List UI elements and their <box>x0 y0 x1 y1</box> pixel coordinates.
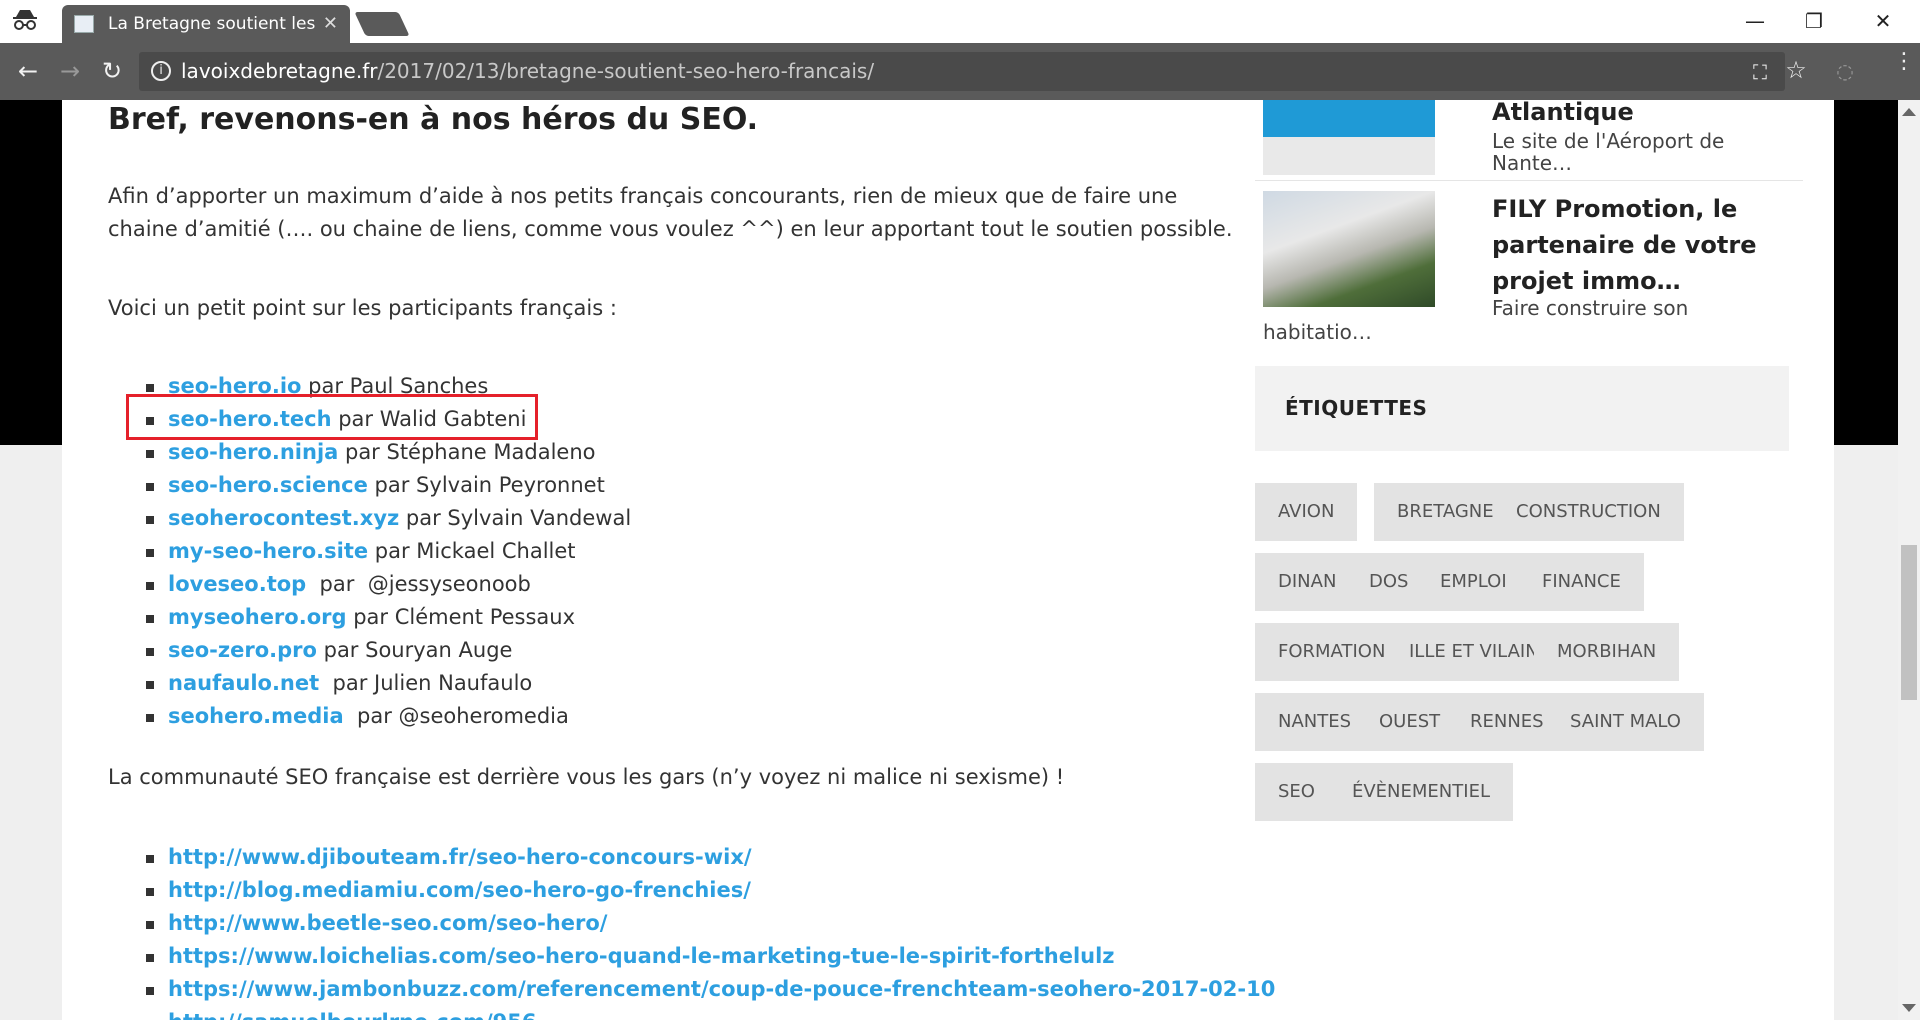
participant-link[interactable]: seoherocontest.xyz <box>168 506 399 530</box>
tag-button[interactable]: SEO <box>1255 763 1338 821</box>
tab-title: La Bretagne soutient les <box>108 14 316 34</box>
tag-button[interactable]: EMPLOI <box>1417 553 1530 611</box>
participant-item: loveseo.top par @jessyseonoob <box>108 568 631 601</box>
sidebar-post-1[interactable]: Atlantique Le site de l'Aéroport de Nant… <box>1255 100 1803 181</box>
restore-icon[interactable]: ❐ <box>1786 0 1842 43</box>
post-excerpt: Faire construire son <box>1492 296 1689 320</box>
participant-author: par Clément Pessaux <box>346 605 576 629</box>
menu-icon[interactable]: ⋮ <box>1893 51 1915 87</box>
page-viewport: Bref, revenons-en à nos héros du SEO. Af… <box>0 100 1898 1020</box>
post-thumbnail[interactable] <box>1263 100 1435 175</box>
participant-item: seo-hero.science par Sylvain Peyronnet <box>108 469 631 502</box>
participant-link[interactable]: seo-hero.science <box>168 473 368 497</box>
reload-icon[interactable]: ↻ <box>92 43 132 100</box>
close-icon[interactable]: ✕ <box>1855 0 1911 43</box>
post-title[interactable]: FILY Promotion, le partenaire de votre p… <box>1492 191 1802 299</box>
new-tab-button[interactable] <box>354 12 410 36</box>
tag-button[interactable]: DINAN <box>1255 553 1360 611</box>
participant-item: seo-hero.ninja par Stéphane Madaleno <box>108 436 631 469</box>
participant-author: par Sylvain Vandewal <box>399 506 632 530</box>
link-item: http://www.djibouteam.fr/seo-hero-concou… <box>108 841 1275 874</box>
site-info-icon[interactable]: i <box>151 61 171 81</box>
links-list: http://www.djibouteam.fr/seo-hero-concou… <box>108 841 1275 1020</box>
favicon-icon <box>74 15 94 33</box>
participant-link[interactable]: seohero.media <box>168 704 344 728</box>
back-icon[interactable]: ← <box>8 43 48 100</box>
post-title[interactable]: Atlantique <box>1492 100 1802 130</box>
participant-author: par Julien Naufaulo <box>319 671 533 695</box>
participant-item: seohero.media par @seoheromedia <box>108 700 631 733</box>
browser-toolbar: ← → ↻ i lavoixdebretagne.fr/2017/02/13/b… <box>0 43 1920 100</box>
highlight-box <box>126 394 538 440</box>
post-excerpt: habitatio… <box>1263 320 1372 344</box>
link-item: http://samuelbourlrne.com/956 <box>108 1006 1275 1020</box>
tab-close-icon[interactable]: ✕ <box>323 5 338 43</box>
translate-icon[interactable]: ⛶ <box>1749 61 1771 83</box>
tag-button[interactable]: CONSTRUCTION <box>1493 483 1684 541</box>
post-excerpt: Le site de l'Aéroport de <box>1492 129 1725 153</box>
tag-button[interactable]: AVION <box>1255 483 1358 541</box>
article-paragraph-1: Afin d’apporter un maximum d’aide à nos … <box>108 184 1233 241</box>
url-path: /2017/02/13/bretagne-soutient-seo-hero-f… <box>377 59 875 83</box>
participant-link[interactable]: my-seo-hero.site <box>168 539 368 563</box>
external-link[interactable]: https://www.jambonbuzz.com/referencement… <box>168 977 1275 1001</box>
widget-title: ÉTIQUETTES <box>1285 396 1428 420</box>
external-link[interactable]: http://blog.mediamiu.com/seo-hero-go-fre… <box>168 878 751 902</box>
external-link[interactable]: http://www.djibouteam.fr/seo-hero-concou… <box>168 845 752 869</box>
post-excerpt: Nante… <box>1492 151 1573 175</box>
active-tab[interactable]: La Bretagne soutient les ✕ <box>62 5 350 43</box>
tag-button[interactable]: SAINT MALO <box>1547 693 1704 751</box>
page-content: Bref, revenons-en à nos héros du SEO. Af… <box>62 100 1834 1020</box>
post-thumbnail[interactable] <box>1263 191 1435 307</box>
participant-author: par @seoheromedia <box>343 704 569 728</box>
scroll-up-icon[interactable] <box>1902 108 1916 116</box>
external-link[interactable]: https://www.loichelias.com/seo-hero-quan… <box>168 944 1115 968</box>
browser-title-bar: La Bretagne soutient les ✕ — ❐ ✕ <box>0 0 1920 43</box>
star-icon[interactable]: ☆ <box>1785 58 1807 82</box>
participant-author: par Stéphane Madaleno <box>338 440 596 464</box>
participant-link[interactable]: seo-zero.pro <box>168 638 317 662</box>
participant-link[interactable]: loveseo.top <box>168 572 306 596</box>
participant-link[interactable]: naufaulo.net <box>168 671 319 695</box>
participant-item: naufaulo.net par Julien Naufaulo <box>108 667 631 700</box>
scroll-down-icon[interactable] <box>1902 1004 1916 1012</box>
participant-author: par Sylvain Peyronnet <box>367 473 605 497</box>
link-item: http://www.beetle-seo.com/seo-hero/ <box>108 907 1275 940</box>
tags-widget-header: ÉTIQUETTES <box>1255 366 1789 451</box>
tag-button[interactable]: ÉVÈNEMENTIEL <box>1329 763 1513 821</box>
link-item: https://www.jambonbuzz.com/referencement… <box>108 973 1275 1006</box>
tag-button[interactable]: FINANCE <box>1519 553 1644 611</box>
participant-item: my-seo-hero.site par Mickael Challet <box>108 535 631 568</box>
scrollbar[interactable] <box>1898 100 1920 1020</box>
address-bar[interactable]: i lavoixdebretagne.fr/2017/02/13/bretagn… <box>139 52 1807 91</box>
participant-item: myseohero.org par Clément Pessaux <box>108 601 631 634</box>
article-paragraph-2: Voici un petit point sur les participant… <box>108 296 617 320</box>
participant-author: par @jessyseonoob <box>306 572 531 596</box>
scrollbar-thumb[interactable] <box>1901 545 1917 700</box>
extension-icon[interactable]: ◌ <box>1825 43 1865 100</box>
link-item: http://blog.mediamiu.com/seo-hero-go-fre… <box>108 874 1275 907</box>
incognito-icon <box>13 10 37 30</box>
participant-link[interactable]: myseohero.org <box>168 605 347 629</box>
article-heading: Bref, revenons-en à nos héros du SEO. <box>108 102 759 137</box>
sidebar-post-2[interactable]: FILY Promotion, le partenaire de votre p… <box>1255 181 1803 351</box>
participant-author: par Mickael Challet <box>368 539 576 563</box>
minimize-icon[interactable]: — <box>1727 0 1783 43</box>
link-item: https://www.loichelias.com/seo-hero-quan… <box>108 940 1275 973</box>
participant-author: par Souryan Auge <box>316 638 513 662</box>
external-link[interactable]: http://samuelbourlrne.com/956 <box>168 1010 537 1020</box>
tag-button[interactable]: MORBIHAN <box>1534 623 1680 681</box>
participant-item: seo-zero.pro par Souryan Auge <box>108 634 631 667</box>
forward-icon[interactable]: → <box>50 43 90 100</box>
article-paragraph-3: La communauté SEO française est derrière… <box>108 765 1065 789</box>
external-link[interactable]: http://www.beetle-seo.com/seo-hero/ <box>168 911 607 935</box>
participant-link[interactable]: seo-hero.ninja <box>168 440 338 464</box>
participant-item: seoherocontest.xyz par Sylvain Vandewal <box>108 502 631 535</box>
url-domain: lavoixdebretagne.fr <box>181 59 378 83</box>
